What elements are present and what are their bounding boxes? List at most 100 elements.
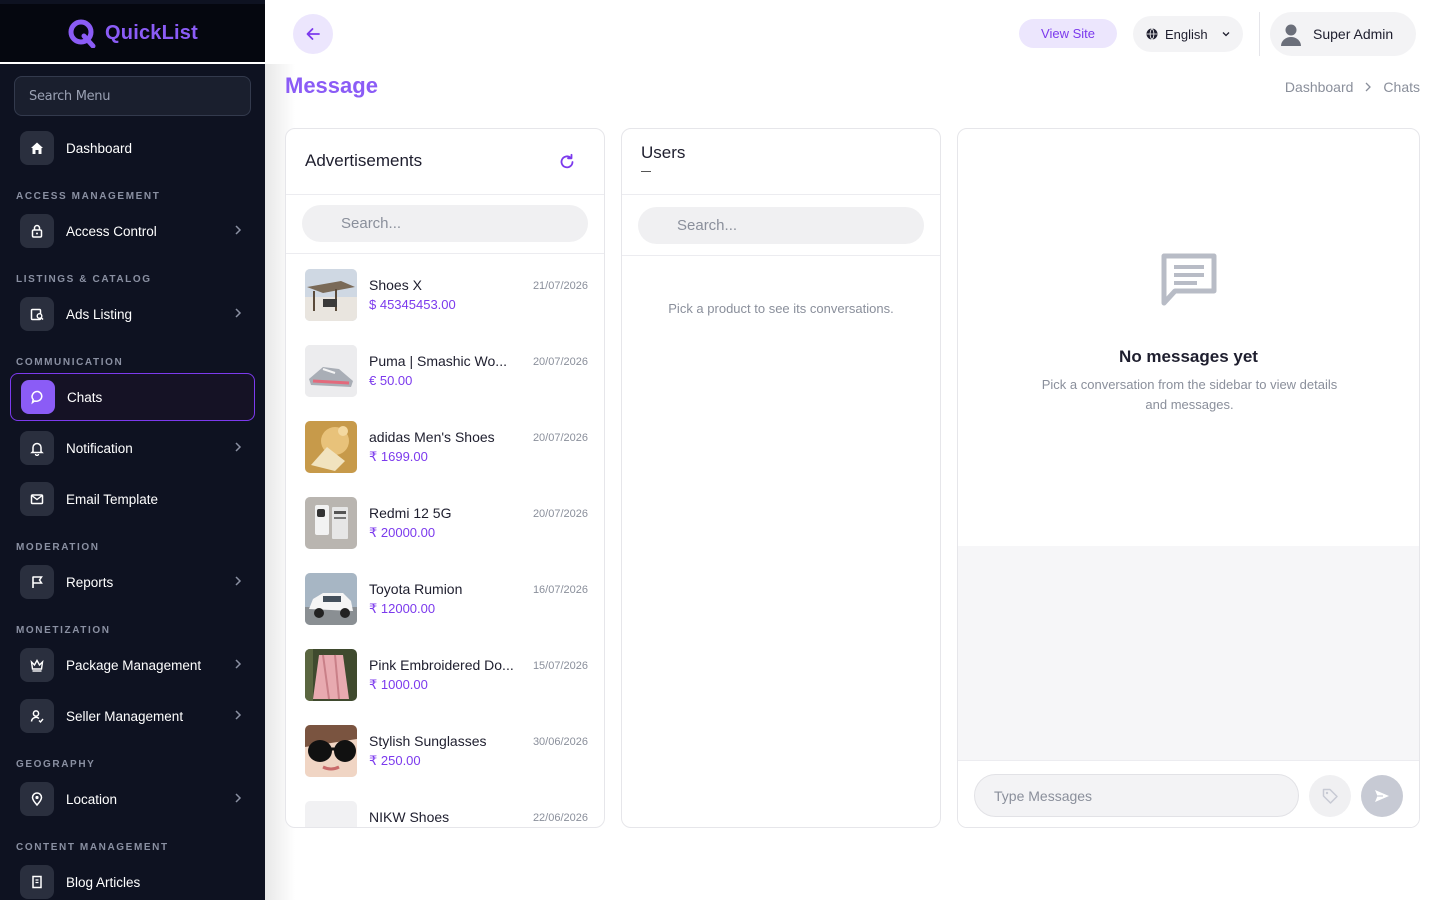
user-name: Super Admin <box>1313 26 1394 42</box>
ad-list-item[interactable]: Shoes X $ 45345453.00 21/07/2026 <box>305 269 590 321</box>
ad-thumbnail <box>305 269 357 321</box>
send-button[interactable] <box>1361 775 1403 817</box>
sidebar-item-chats[interactable]: Chats <box>10 373 255 421</box>
sidebar-item-label: Dashboard <box>66 140 133 156</box>
sidebar-item-location[interactable]: Location <box>10 775 255 823</box>
sidebar-item-blog-articles[interactable]: Blog Articles <box>10 858 255 900</box>
ad-price: ₹ 1699.00 <box>369 449 428 464</box>
ad-name: Shoes X <box>369 277 422 293</box>
blog-icon <box>20 865 54 899</box>
ad-thumbnail <box>305 421 357 473</box>
ad-thumbnail <box>305 649 357 701</box>
users-search-input[interactable]: Search... <box>638 207 924 244</box>
message-input[interactable]: Type Messages <box>974 774 1299 817</box>
refresh-icon[interactable] <box>558 153 576 171</box>
back-button[interactable] <box>293 14 333 54</box>
sidebar-item-label: Package Management <box>66 657 202 673</box>
sidebar-item-email-template[interactable]: Email Template <box>10 475 255 523</box>
lock-icon <box>20 214 54 248</box>
divider <box>286 253 604 254</box>
sidebar-item-notification[interactable]: Notification <box>10 424 255 472</box>
sidebar-item-label: Seller Management <box>66 708 184 724</box>
ad-date: 15/07/2026 <box>532 660 588 672</box>
bell-icon <box>20 431 54 465</box>
sidebar-item-access-control[interactable]: Access Control <box>10 207 255 255</box>
crown-icon <box>20 648 54 682</box>
chevron-right-icon <box>235 710 242 720</box>
advertisements-search-input[interactable]: Search... <box>302 205 588 242</box>
ad-price: ₹ 250.00 <box>369 753 421 768</box>
breadcrumb-chats: Chats <box>1383 79 1420 95</box>
ad-price: ₹ 20000.00 <box>369 525 436 540</box>
ad-name: Toyota Rumion <box>369 581 463 597</box>
users-count-placeholder <box>641 171 651 172</box>
section-moderation: MODERATION <box>16 542 100 553</box>
ad-list-item[interactable]: Pink Embroidered Do... ₹ 1000.00 15/07/2… <box>305 649 590 701</box>
quicklist-logo-icon <box>68 19 96 48</box>
sidebar-item-label: Notification <box>66 440 133 456</box>
ad-name: Puma | Smashic Wo... <box>369 353 507 369</box>
user-menu[interactable]: Super Admin <box>1270 12 1416 56</box>
home-icon <box>20 131 54 165</box>
section-communication: COMMUNICATION <box>16 357 124 368</box>
ad-name: Stylish Sunglasses <box>369 733 487 749</box>
ad-thumbnail <box>305 345 357 397</box>
tag-button[interactable] <box>1309 775 1351 817</box>
message-area <box>958 546 1419 760</box>
sidebar-search-input[interactable]: Search Menu <box>14 76 251 116</box>
chat-empty-subtitle: Pick a conversation from the sidebar to … <box>1041 377 1338 412</box>
section-geography: GEOGRAPHY <box>16 759 96 770</box>
message-composer: Type Messages <box>958 760 1419 827</box>
page-title: Message <box>285 73 378 98</box>
ad-date: 16/07/2026 <box>532 584 588 596</box>
sidebar-item-reports[interactable]: Reports <box>10 558 255 606</box>
chevron-right-icon <box>1365 82 1372 92</box>
flag-icon <box>20 565 54 599</box>
users-empty-state: Pick a product to see its conversations. <box>668 301 894 316</box>
send-icon <box>1375 790 1389 802</box>
sidebar-item-label: Access Control <box>66 223 157 239</box>
ad-name: adidas Men's Shoes <box>369 429 495 445</box>
ad-name: Redmi 12 5G <box>369 505 452 521</box>
ad-date: 30/06/2026 <box>532 736 588 748</box>
users-title: Users <box>641 143 686 162</box>
chevron-right-icon <box>235 442 242 452</box>
language-select[interactable]: English <box>1133 16 1243 52</box>
chevron-right-icon <box>235 308 242 318</box>
ad-name: NIKW Shoes <box>369 809 450 825</box>
chat-bubble-icon <box>21 380 55 414</box>
ad-list-item[interactable]: Redmi 12 5G ₹ 20000.00 20/07/2026 <box>305 497 590 549</box>
ad-list-item[interactable]: Stylish Sunglasses ₹ 250.00 30/06/2026 <box>305 725 590 777</box>
ad-thumbnail <box>305 497 357 549</box>
ad-list-item[interactable]: NIKW Shoes 22/06/2026 <box>305 801 590 827</box>
header-divider <box>1259 12 1260 56</box>
advertisements-header: Advertisements <box>286 129 604 195</box>
ad-list-item[interactable]: Toyota Rumion ₹ 12000.00 16/07/2026 <box>305 573 590 625</box>
ad-date: 20/07/2026 <box>532 432 588 444</box>
advertisements-title: Advertisements <box>305 151 423 170</box>
breadcrumb-dashboard[interactable]: Dashboard <box>1285 79 1354 95</box>
logo[interactable]: QuickList <box>0 4 265 64</box>
sidebar-item-dashboard[interactable]: Dashboard <box>10 124 255 172</box>
breadcrumb: Dashboard Chats <box>1285 79 1420 95</box>
ad-list-item[interactable]: adidas Men's Shoes ₹ 1699.00 20/07/2026 <box>305 421 590 473</box>
section-access-management: ACCESS MANAGEMENT <box>16 191 161 202</box>
sidebar-item-label: Location <box>66 791 118 807</box>
ad-date: 22/06/2026 <box>532 812 588 824</box>
ad-price: € 50.00 <box>369 373 413 388</box>
chat-panel: No messages yet Pick a conversation from… <box>957 128 1420 828</box>
users-header: Users <box>622 129 940 195</box>
sidebar-item-package-management[interactable]: Package Management <box>10 641 255 689</box>
sidebar-item-seller-management[interactable]: Seller Management <box>10 692 255 740</box>
ad-price: $ 45345453.00 <box>369 297 456 312</box>
map-pin-icon <box>20 782 54 816</box>
view-site-button[interactable]: View Site <box>1019 19 1117 48</box>
sidebar-item-ads-listing[interactable]: Ads Listing <box>10 290 255 338</box>
globe-icon <box>1146 28 1158 40</box>
sidebar: QuickList Search Menu Dashboard ACCESS M… <box>0 0 265 900</box>
arrow-left-icon <box>306 28 320 40</box>
sidebar-item-label: Ads Listing <box>66 306 133 322</box>
ad-list-item[interactable]: Puma | Smashic Wo... € 50.00 20/07/2026 <box>305 345 590 397</box>
mail-icon <box>20 482 54 516</box>
sidebar-item-label: Reports <box>66 574 114 590</box>
